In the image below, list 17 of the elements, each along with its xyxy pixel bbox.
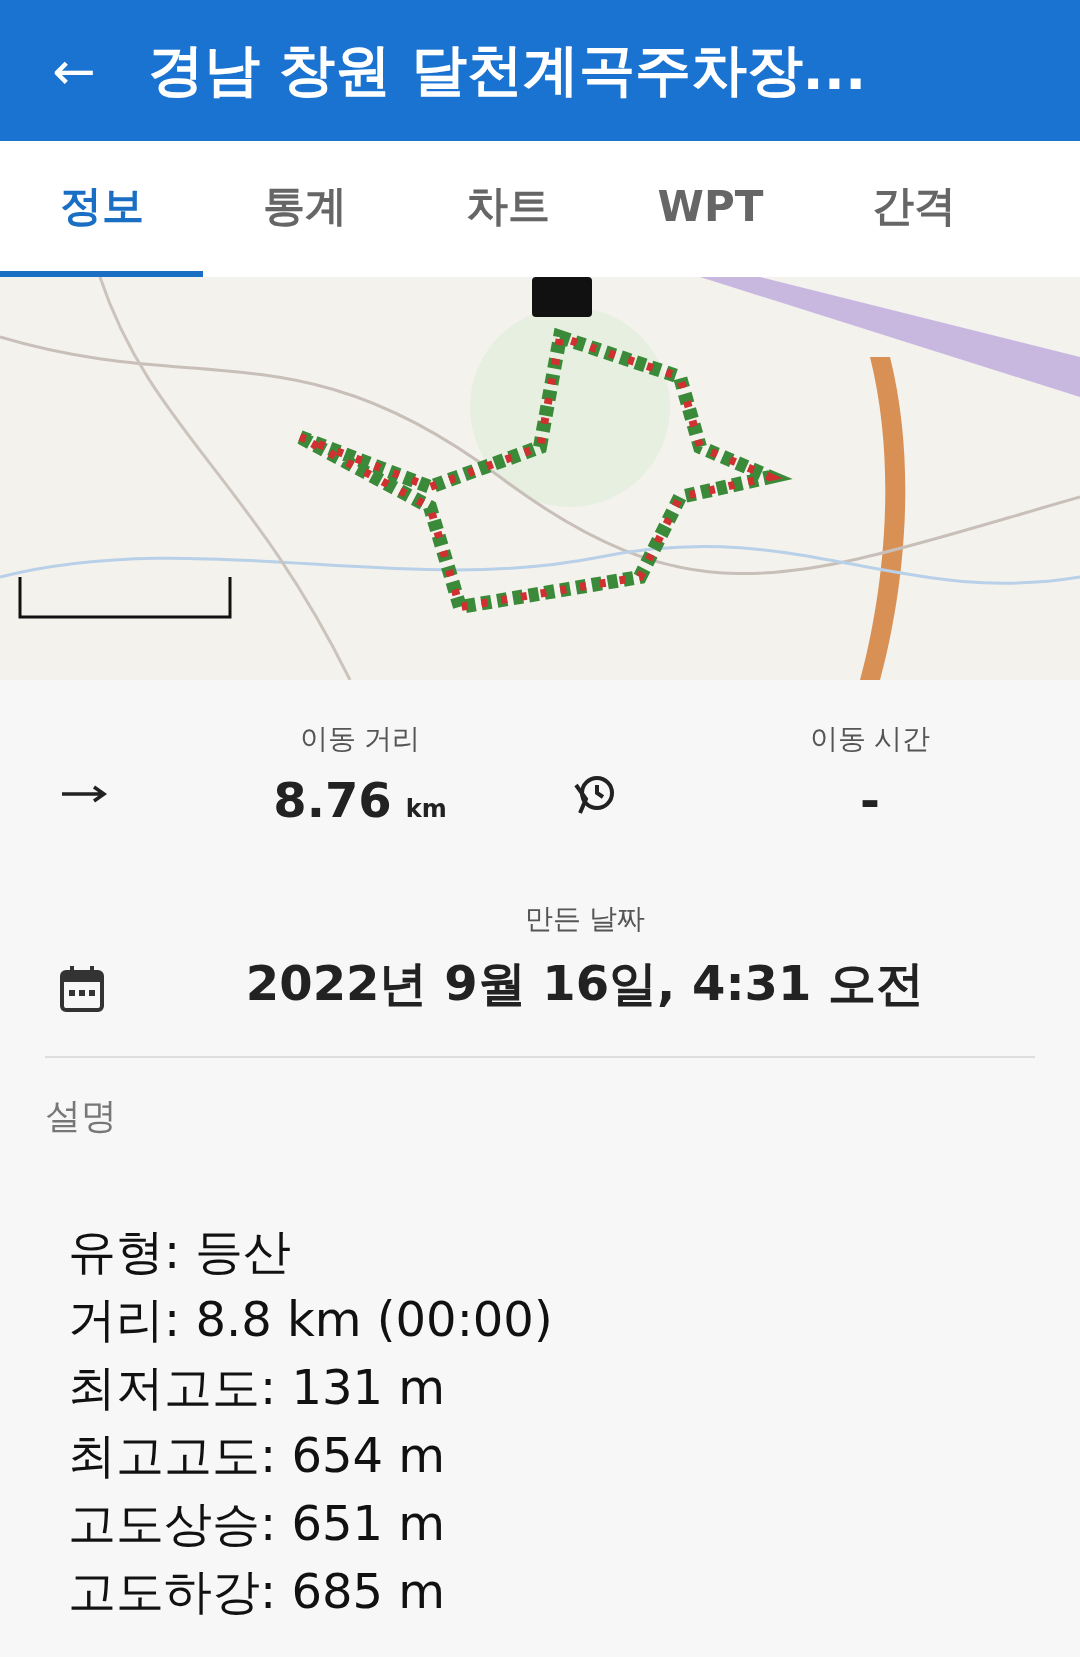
stat-label: 이동 시간 <box>809 721 931 757</box>
back-button[interactable]: ← <box>52 40 96 101</box>
section-heading: 설명 <box>45 1094 118 1138</box>
stat-label: 이동 거리 <box>299 721 421 757</box>
description-line: 최저고도: 131 m <box>68 1358 447 1417</box>
description-line: 유형: 등산 <box>68 1222 293 1281</box>
description-line: 고도하강: 685 m <box>68 1562 447 1621</box>
date-label: 만든 날짜 <box>524 901 646 937</box>
description-line: 고도상승: 651 m <box>68 1494 447 1553</box>
stat-value: 8.76 km <box>273 772 447 828</box>
description-line: 거리: 8.8 km (00:00) <box>68 1290 554 1349</box>
stat-value: - <box>860 772 880 828</box>
date-value: 2022년 9월 16일, 4:31 오전 <box>245 954 925 1013</box>
description-line: 최고고도: 654 m <box>68 1426 447 1485</box>
page-title: 경남 창원 달천계곡주차장... <box>147 35 867 104</box>
arrow-icon <box>60 784 108 804</box>
calendar-icon <box>60 966 104 1012</box>
